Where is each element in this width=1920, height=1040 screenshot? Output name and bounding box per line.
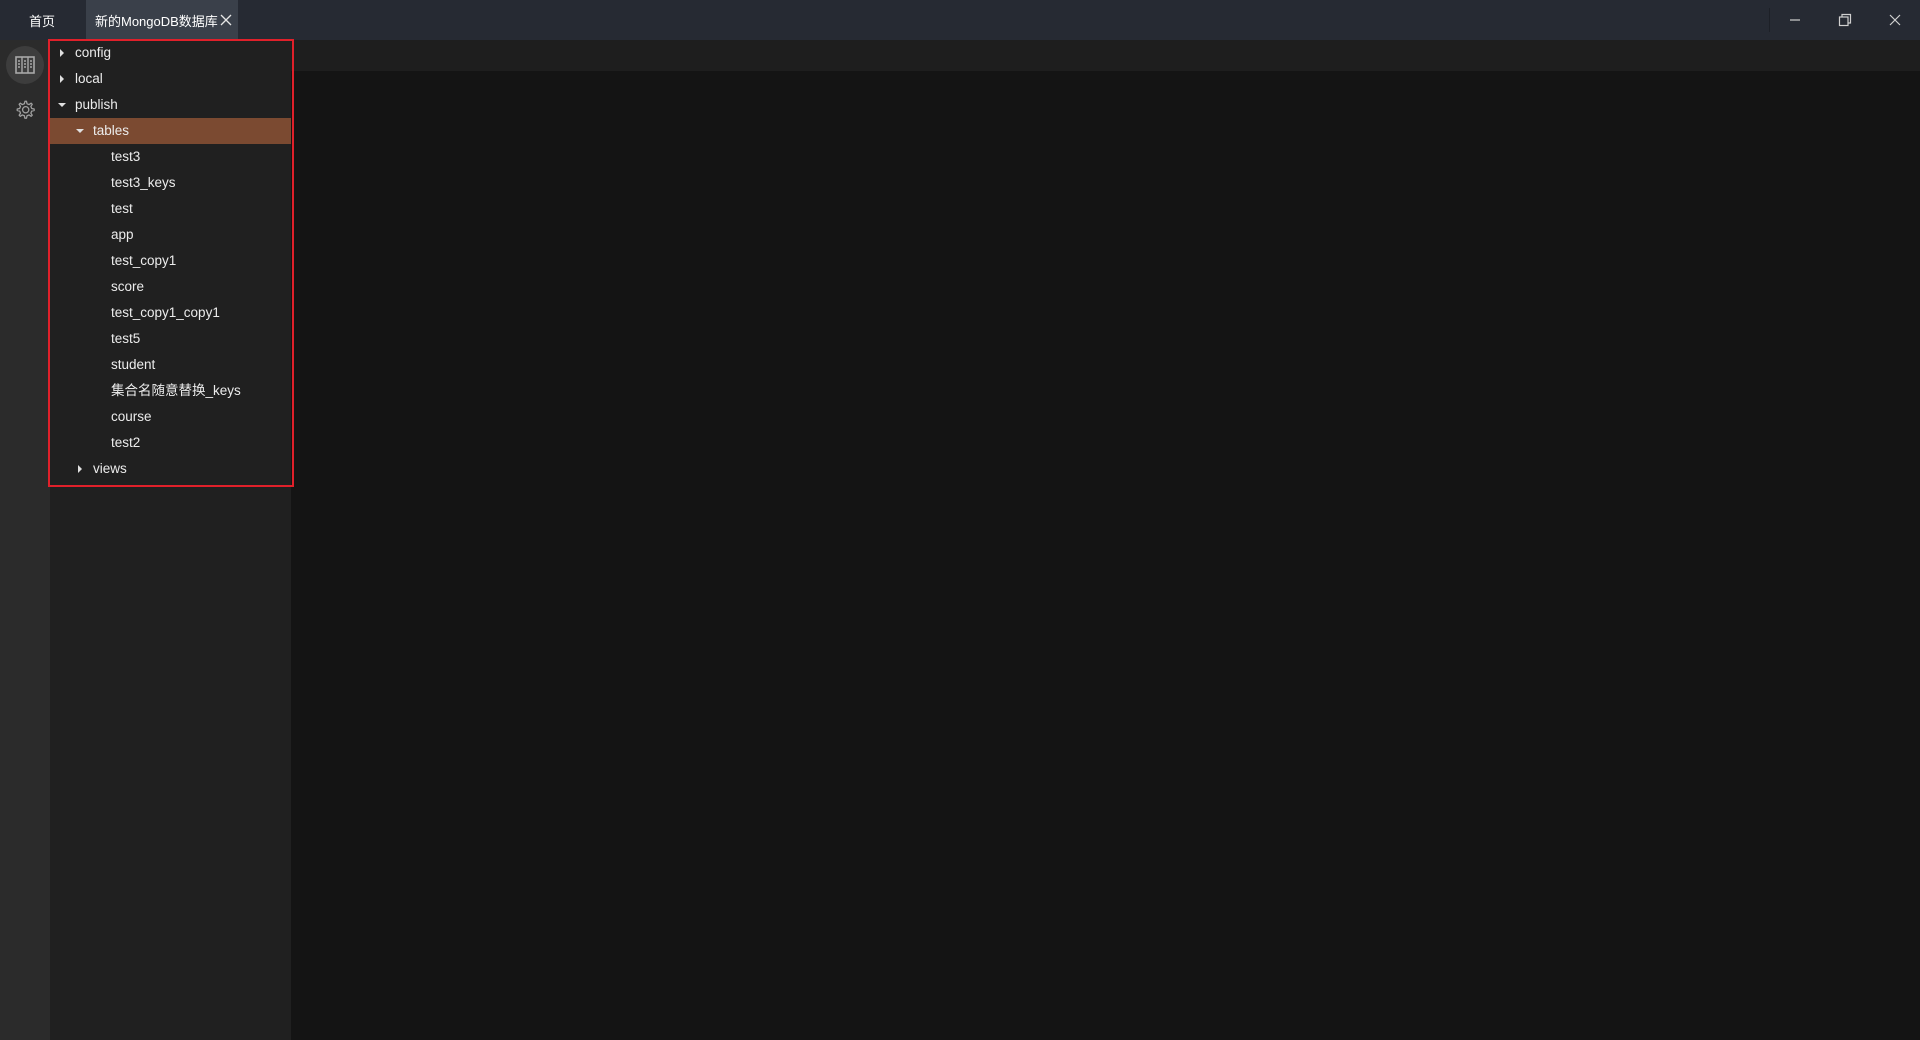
close-icon — [1889, 14, 1901, 26]
database-sidebar: config local publish tables test3 test3_… — [50, 40, 291, 1040]
settings-button[interactable] — [6, 91, 44, 129]
collection-label: student — [111, 357, 156, 372]
restore-button[interactable] — [1820, 0, 1870, 40]
collection-item[interactable]: test5 — [50, 326, 291, 352]
tree-node-label: local — [75, 71, 103, 86]
tree-node-config[interactable]: config — [50, 40, 291, 66]
collection-item[interactable]: test3 — [50, 144, 291, 170]
tab-home-label: 首页 — [28, 13, 55, 29]
collection-item[interactable]: course — [50, 404, 291, 430]
tree-node-publish[interactable]: publish — [50, 92, 291, 118]
tree-node-label: config — [75, 45, 112, 60]
collection-item[interactable]: score — [50, 274, 291, 300]
collection-label: score — [111, 279, 145, 294]
title-bar: 首页 新的MongoDB数据库 — [0, 0, 1920, 40]
collection-label: test_copy1 — [111, 253, 177, 268]
tree-node-label: publish — [75, 97, 118, 112]
tree-node-label: views — [93, 461, 127, 476]
tab-mongodb[interactable]: 新的MongoDB数据库 — [86, 0, 238, 40]
collection-item[interactable]: app — [50, 222, 291, 248]
database-tree: config local publish tables test3 test3_… — [50, 40, 291, 482]
collection-item[interactable]: test — [50, 196, 291, 222]
collection-item[interactable]: student — [50, 352, 291, 378]
caret-right-icon[interactable] — [57, 66, 67, 92]
collection-label: test3_keys — [111, 175, 176, 190]
collection-label: app — [111, 227, 134, 242]
caret-down-icon[interactable] — [57, 92, 67, 118]
caret-down-icon[interactable] — [75, 118, 85, 144]
tree-node-tables[interactable]: tables — [50, 118, 291, 144]
tab-mongodb-label: 新的MongoDB数据库 — [95, 13, 218, 29]
collection-item[interactable]: test_copy1_copy1 — [50, 300, 291, 326]
collection-label: 集合名随意替换_keys — [111, 383, 241, 398]
tree-node-label: tables — [93, 123, 130, 138]
main-content-area — [291, 40, 1920, 1040]
caret-right-icon[interactable] — [75, 456, 85, 482]
collection-label: test_copy1_copy1 — [111, 305, 220, 320]
gear-icon — [16, 100, 35, 119]
collection-item[interactable]: test_copy1 — [50, 248, 291, 274]
close-tab-icon[interactable] — [218, 12, 234, 28]
collection-item[interactable]: test3_keys — [50, 170, 291, 196]
restore-icon — [1838, 13, 1852, 27]
minimize-icon — [1790, 19, 1800, 21]
main-header-bar — [291, 40, 1920, 71]
collection-item[interactable]: 集合名随意替换_keys — [50, 378, 291, 404]
activity-bar — [0, 40, 50, 1040]
database-button[interactable] — [6, 46, 44, 84]
collection-label: test — [111, 201, 133, 216]
tab-home[interactable]: 首页 — [0, 0, 84, 40]
collection-item[interactable]: test2 — [50, 430, 291, 456]
close-window-button[interactable] — [1870, 0, 1920, 40]
collection-label: test3 — [111, 149, 141, 164]
tree-node-views[interactable]: views — [50, 456, 291, 482]
collection-label: test2 — [111, 435, 141, 450]
minimize-button[interactable] — [1770, 0, 1820, 40]
caret-right-icon[interactable] — [57, 40, 67, 66]
collection-label: course — [111, 409, 152, 424]
database-icon — [15, 56, 35, 74]
collection-label: test5 — [111, 331, 141, 346]
tree-node-local[interactable]: local — [50, 66, 291, 92]
